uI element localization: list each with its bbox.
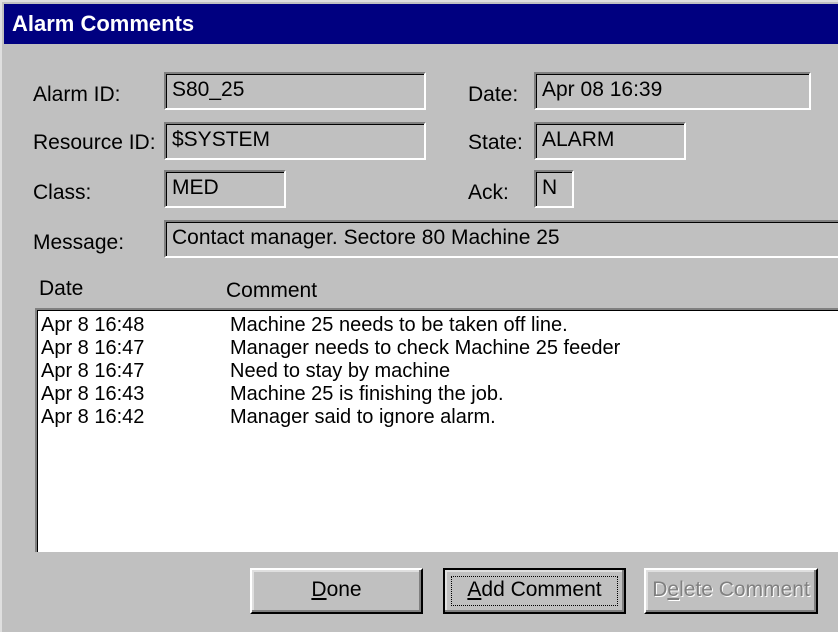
alarm-comments-dialog: Alarm Comments Alarm ID: S80_25 Date: Ap… — [0, 0, 838, 632]
comment-text: Manager said to ignore alarm. — [230, 406, 496, 428]
list-item[interactable]: Apr 8 16:42 Manager said to ignore alarm… — [37, 406, 838, 429]
class-label: Class: — [33, 181, 92, 204]
message-label: Message: — [33, 231, 125, 254]
ack-field: N — [534, 170, 574, 208]
done-button[interactable]: Done — [250, 568, 423, 614]
add-comment-button[interactable]: Add Comment — [443, 568, 626, 614]
comment-text: Machine 25 needs to be taken off line. — [230, 314, 568, 336]
comment-text: Need to stay by machine — [230, 360, 451, 382]
alarm-id-label: Alarm ID: — [33, 83, 121, 106]
comments-list[interactable]: Apr 8 16:48 Machine 25 needs to be taken… — [35, 308, 838, 552]
class-field: MED — [164, 170, 286, 208]
title-bar: Alarm Comments — [4, 4, 838, 44]
window-title: Alarm Comments — [12, 11, 195, 36]
comment-text: Manager needs to check Machine 25 feeder — [230, 337, 621, 359]
list-item[interactable]: Apr 8 16:47 Manager needs to check Machi… — [37, 337, 838, 360]
ack-label: Ack: — [468, 181, 509, 204]
date-field: Apr 08 16:39 — [534, 72, 811, 110]
list-item[interactable]: Apr 8 16:48 Machine 25 needs to be taken… — [37, 314, 838, 337]
comment-date: Apr 8 16:47 — [41, 337, 145, 359]
message-field: Contact manager. Sectore 80 Machine 25 — [164, 220, 838, 258]
alarm-id-field: S80_25 — [164, 72, 426, 110]
resource-id-field: $SYSTEM — [164, 122, 426, 160]
comment-date: Apr 8 16:48 — [41, 314, 145, 336]
list-item[interactable]: Apr 8 16:47 Need to stay by machine — [37, 360, 838, 383]
comment-date: Apr 8 16:42 — [41, 406, 145, 428]
comment-text: Machine 25 is finishing the job. — [230, 383, 504, 405]
state-label: State: — [468, 131, 523, 154]
delete-comment-button[interactable]: Delete Comment — [644, 568, 818, 614]
comment-date: Apr 8 16:47 — [41, 360, 145, 382]
column-header-comment[interactable]: Comment — [226, 278, 317, 304]
resource-id-label: Resource ID: — [33, 131, 156, 154]
date-label: Date: — [468, 83, 519, 106]
column-header-date[interactable]: Date — [39, 276, 83, 302]
state-field: ALARM — [534, 122, 686, 160]
comment-date: Apr 8 16:43 — [41, 383, 145, 405]
list-item[interactable]: Apr 8 16:43 Machine 25 is finishing the … — [37, 383, 838, 406]
